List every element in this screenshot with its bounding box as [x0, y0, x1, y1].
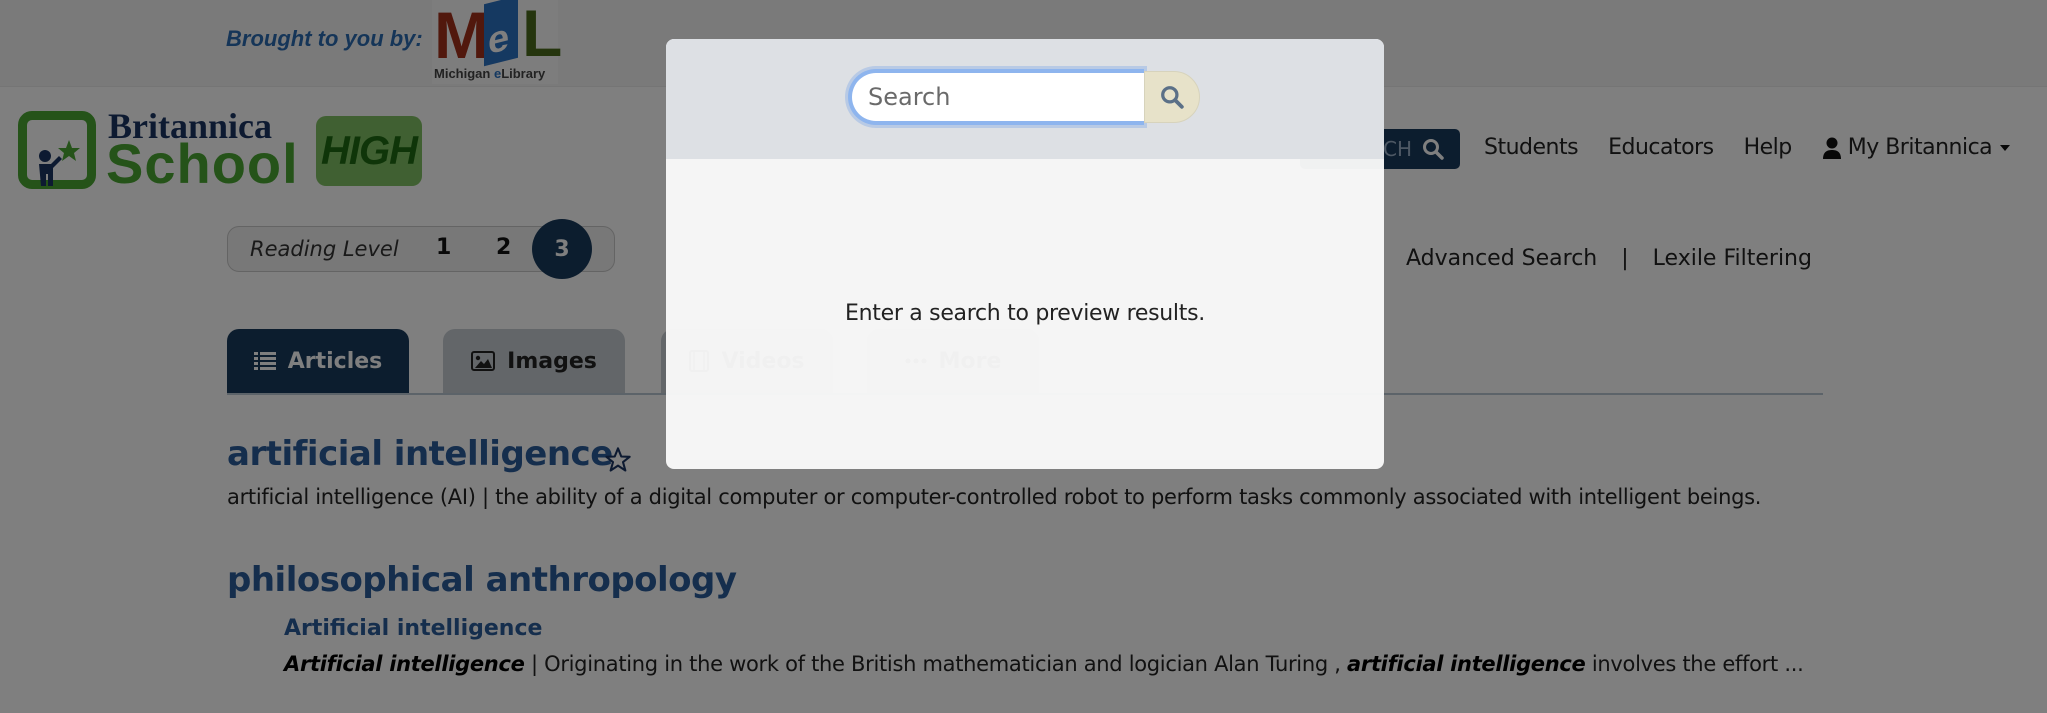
modal-search-input[interactable] [848, 69, 1144, 125]
modal-search-form [848, 69, 1200, 125]
search-icon [1161, 86, 1184, 109]
search-preview-modal: Enter a search to preview results. [666, 39, 1384, 469]
empty-preview-message: Enter a search to preview results. [845, 301, 1205, 326]
modal-header [666, 39, 1384, 159]
modal-search-button[interactable] [1144, 71, 1200, 123]
